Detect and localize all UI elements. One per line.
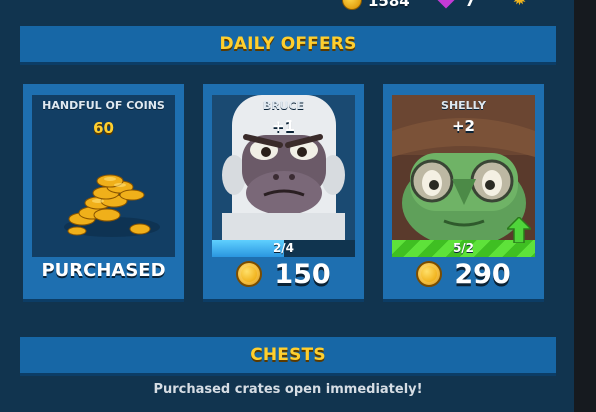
chests-title: CHESTS: [250, 345, 326, 365]
offer-title: HANDFUL OF COINS: [42, 99, 165, 112]
offer-card-coins[interactable]: HANDFUL OF COINS 60 PURCHASED: [23, 84, 184, 299]
upgrade-arrow-icon: [507, 217, 531, 243]
right-edge-panel: [574, 0, 596, 412]
coin-icon: [416, 261, 443, 287]
coin-icon: [236, 261, 263, 287]
offer-card-shelly[interactable]: SHELLY +2 5/2 290: [383, 84, 544, 299]
offer-bonus: +2: [451, 117, 475, 135]
offer-title: BRUCE: [262, 99, 305, 112]
progress-text: 2/4: [272, 241, 295, 255]
gem-balance: 7: [465, 0, 476, 10]
price-button[interactable]: 150: [203, 256, 364, 292]
gem-icon: [437, 0, 455, 9]
coin-balance: 1584: [368, 0, 410, 10]
daily-offers-banner: DAILY OFFERS: [20, 26, 556, 62]
coin-icon: [342, 0, 362, 10]
gear-icon[interactable]: ✹: [512, 0, 534, 9]
offer-bonus: +1: [271, 117, 295, 135]
chests-banner: CHESTS: [20, 337, 556, 373]
price-value: 150: [274, 258, 331, 290]
price-value: 290: [454, 258, 511, 290]
coin-pile-icon: [64, 174, 160, 237]
currency-bar: 1584 7 ✹: [330, 0, 550, 10]
offer-amount: 60: [93, 119, 114, 137]
purchased-label: PURCHASED: [41, 260, 166, 281]
offer-image-panel: HANDFUL OF COINS 60: [32, 95, 175, 257]
offer-image-panel: BRUCE +1 2/4: [212, 95, 355, 257]
offer-card-bruce[interactable]: BRUCE +1 2/4 150: [203, 84, 364, 299]
daily-offers-title: DAILY OFFERS: [219, 34, 357, 54]
offer-image-panel: SHELLY +2 5/2: [392, 95, 535, 257]
chests-subtitle: Purchased crates open immediately!: [153, 382, 423, 397]
offer-title: SHELLY: [441, 99, 486, 112]
progress-bar: 2/4: [212, 240, 355, 257]
price-button[interactable]: 290: [383, 256, 544, 292]
